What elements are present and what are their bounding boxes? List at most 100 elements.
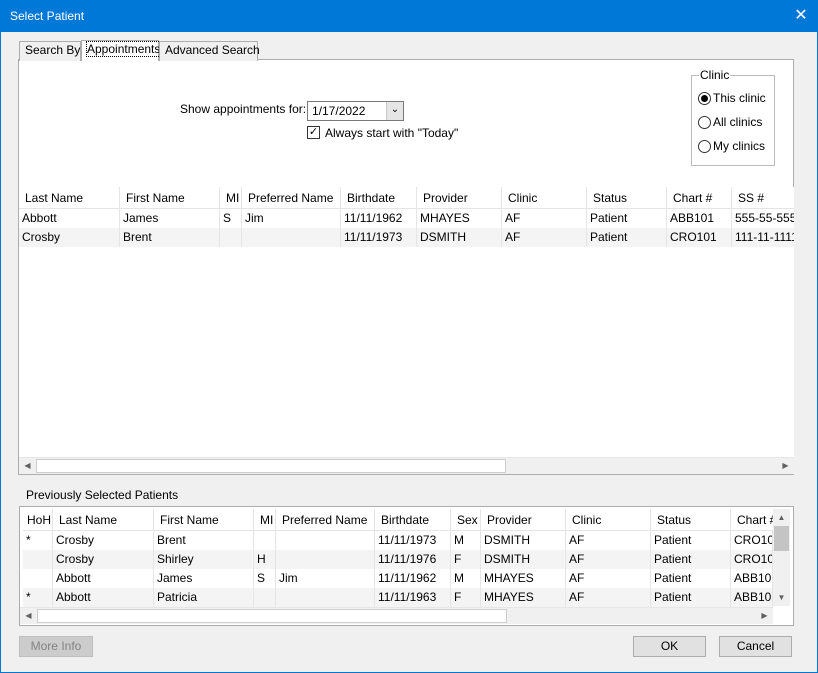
col-first-name[interactable]: First Name bbox=[120, 187, 220, 209]
col-clinic[interactable]: Clinic bbox=[566, 509, 651, 531]
col-last-name[interactable]: Last Name bbox=[53, 509, 154, 531]
previous-patients-title: Previously Selected Patients bbox=[26, 488, 179, 502]
appointments-grid: Last Name First Name MI Preferred Name B… bbox=[19, 187, 794, 458]
cell-preferred-name bbox=[276, 531, 375, 550]
cancel-button[interactable]: Cancel bbox=[719, 636, 792, 657]
table-row[interactable]: * Crosby Brent 11/11/1973 M DSMITH AF Patient CR… bbox=[23, 531, 773, 550]
cell-first-name: Shirley bbox=[154, 550, 254, 569]
ok-button[interactable]: OK bbox=[633, 636, 706, 657]
cell-preferred-name: Jim bbox=[276, 569, 375, 588]
cell-provider: MHAYES bbox=[417, 209, 502, 228]
cell-preferred-name bbox=[276, 550, 375, 569]
tab-appointments-label: Appointments bbox=[85, 41, 162, 57]
radio-my-clinics[interactable] bbox=[698, 140, 711, 153]
cell-mi bbox=[254, 588, 276, 607]
cell-clinic: AF bbox=[502, 209, 587, 228]
cell-mi: H bbox=[254, 550, 276, 569]
col-provider[interactable]: Provider bbox=[481, 509, 566, 531]
scroll-thumb[interactable] bbox=[36, 459, 506, 473]
cell-birthdate: 11/11/1973 bbox=[341, 228, 417, 247]
previous-hscroll[interactable]: ◀ ▶ bbox=[20, 607, 773, 624]
always-today-label: Always start with "Today" bbox=[325, 126, 459, 140]
tab-appointments[interactable]: Appointments bbox=[81, 40, 162, 61]
cell-chart: CRO101 bbox=[731, 531, 773, 550]
table-row[interactable]: Abbott James S Jim 11/11/1962 M MHAYES AF Patien… bbox=[23, 569, 773, 588]
table-row[interactable]: Abbott James S Jim 11/11/1962 MHAYES AF … bbox=[19, 209, 794, 228]
cell-chart: ABB102 bbox=[731, 588, 773, 607]
cell-birthdate: 11/11/1976 bbox=[375, 550, 451, 569]
cell-hoh: * bbox=[23, 531, 53, 550]
cell-last-name: Abbott bbox=[53, 588, 154, 607]
radio-all-clinics[interactable] bbox=[698, 116, 711, 129]
appointment-date-combo[interactable]: 1/17/2022 ⌄ bbox=[307, 101, 404, 121]
cell-provider: MHAYES bbox=[481, 569, 566, 588]
cell-sex: F bbox=[451, 588, 481, 607]
cell-status: Patient bbox=[651, 588, 731, 607]
table-row[interactable]: * Abbott Patricia 11/11/1963 F MHAYES AF Patien… bbox=[23, 588, 773, 607]
chevron-down-icon[interactable]: ⌄ bbox=[386, 102, 403, 120]
cell-first-name: James bbox=[154, 569, 254, 588]
col-hoh[interactable]: HoH bbox=[23, 509, 53, 531]
cell-provider: DSMITH bbox=[417, 228, 502, 247]
table-row[interactable]: Crosby Brent 11/11/1973 DSMITH AF Patien… bbox=[19, 228, 794, 247]
previous-vscroll[interactable]: ▲ ▼ bbox=[773, 509, 790, 606]
cell-mi: S bbox=[254, 569, 276, 588]
col-sex[interactable]: Sex bbox=[451, 509, 481, 531]
appointments-hscroll[interactable]: ◀ ▶ bbox=[19, 457, 794, 474]
scroll-thumb[interactable] bbox=[774, 526, 789, 551]
cell-sex: F bbox=[451, 550, 481, 569]
col-clinic[interactable]: Clinic bbox=[502, 187, 587, 209]
appointment-date-value: 1/17/2022 bbox=[312, 104, 366, 118]
cell-status: Patient bbox=[587, 209, 667, 228]
cell-last-name: Crosby bbox=[53, 550, 154, 569]
cell-hoh bbox=[23, 569, 53, 588]
scroll-up-icon[interactable]: ▲ bbox=[773, 509, 790, 526]
cell-clinic: AF bbox=[566, 531, 651, 550]
cell-mi bbox=[254, 531, 276, 550]
col-mi[interactable]: MI bbox=[254, 509, 276, 531]
col-provider[interactable]: Provider bbox=[417, 187, 502, 209]
cell-first-name: James bbox=[120, 209, 220, 228]
scroll-right-icon[interactable]: ▶ bbox=[777, 458, 794, 474]
col-ss[interactable]: SS # bbox=[732, 187, 794, 209]
cell-preferred-name: Jim bbox=[242, 209, 341, 228]
cell-birthdate: 11/11/1962 bbox=[341, 209, 417, 228]
col-last-name[interactable]: Last Name bbox=[19, 187, 120, 209]
col-birthdate[interactable]: Birthdate bbox=[341, 187, 417, 209]
show-appointments-label: Show appointments for: bbox=[180, 102, 307, 116]
cell-birthdate: 11/11/1963 bbox=[375, 588, 451, 607]
cell-ss: 555-55-5555 bbox=[732, 209, 794, 228]
cell-status: Patient bbox=[651, 550, 731, 569]
close-icon[interactable]: ✕ bbox=[785, 1, 817, 32]
scroll-down-icon[interactable]: ▼ bbox=[773, 589, 790, 606]
col-birthdate[interactable]: Birthdate bbox=[375, 509, 451, 531]
radio-all-clinics-label[interactable]: All clinics bbox=[713, 115, 762, 129]
table-row[interactable]: Crosby Shirley H 11/11/1976 F DSMITH AF Patient… bbox=[23, 550, 773, 569]
scroll-right-icon[interactable]: ▶ bbox=[756, 608, 773, 624]
cell-hoh: * bbox=[23, 588, 53, 607]
col-status[interactable]: Status bbox=[587, 187, 667, 209]
cell-mi bbox=[220, 228, 242, 247]
scroll-left-icon[interactable]: ◀ bbox=[19, 458, 36, 474]
col-chart[interactable]: Chart # bbox=[667, 187, 732, 209]
cell-chart: CRO102 bbox=[731, 550, 773, 569]
radio-my-clinics-label[interactable]: My clinics bbox=[713, 139, 765, 153]
always-today-checkbox[interactable]: ✓ bbox=[307, 126, 320, 139]
col-preferred-name[interactable]: Preferred Name bbox=[276, 509, 375, 531]
radio-this-clinic[interactable] bbox=[698, 92, 711, 105]
scroll-thumb[interactable] bbox=[37, 609, 507, 623]
col-first-name[interactable]: First Name bbox=[154, 509, 254, 531]
radio-this-clinic-label[interactable]: This clinic bbox=[713, 91, 766, 105]
tab-advanced-search[interactable]: Advanced Search bbox=[159, 41, 260, 61]
scroll-left-icon[interactable]: ◀ bbox=[20, 608, 37, 624]
col-status[interactable]: Status bbox=[651, 509, 731, 531]
tab-search-by[interactable]: Search By bbox=[19, 41, 81, 61]
cell-last-name: Crosby bbox=[19, 228, 120, 247]
cell-provider: DSMITH bbox=[481, 550, 566, 569]
col-mi[interactable]: MI bbox=[220, 187, 242, 209]
col-preferred-name[interactable]: Preferred Name bbox=[242, 187, 341, 209]
cell-clinic: AF bbox=[566, 550, 651, 569]
more-info-button[interactable]: More Info bbox=[19, 636, 93, 657]
cell-last-name: Abbott bbox=[53, 569, 154, 588]
cell-clinic: AF bbox=[566, 588, 651, 607]
